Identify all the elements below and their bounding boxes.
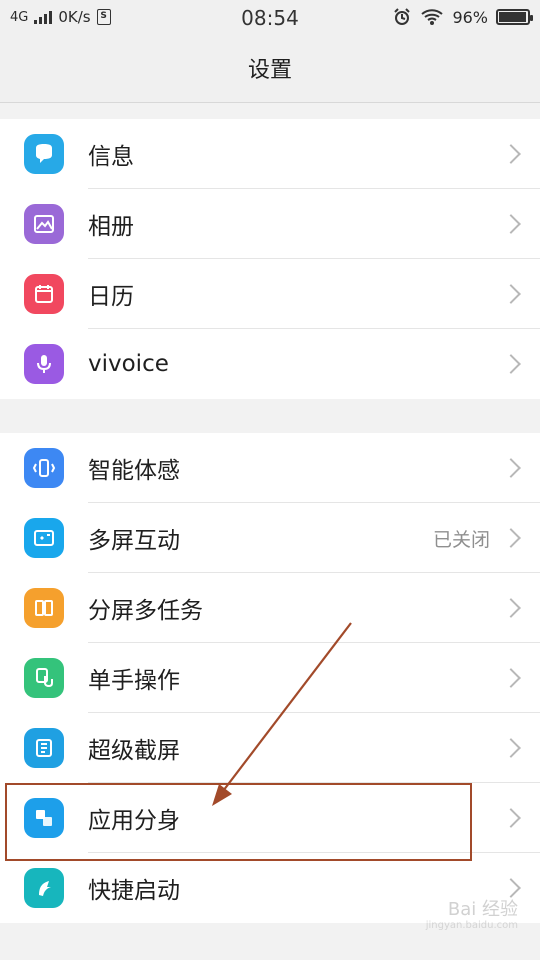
chevron-right-icon [501, 214, 521, 234]
message-icon [24, 134, 64, 174]
split-screen-icon [24, 588, 64, 628]
settings-row-label: 应用分身 [88, 808, 180, 834]
settings-row-screen-share[interactable]: 多屏互动 已关闭 [0, 503, 540, 573]
wifi-icon [421, 9, 444, 25]
chevron-right-icon [501, 458, 521, 478]
chevron-right-icon [501, 528, 521, 548]
settings-section-bottom: 智能体感多屏互动 已关闭分屏多任务单手操作超级截屏应用分身快捷启动 [0, 433, 540, 923]
chevron-right-icon [501, 878, 521, 898]
settings-row-value: 已关闭 [432, 528, 490, 551]
settings-row-image[interactable]: 相册 [0, 189, 540, 259]
settings-row-label: 超级截屏 [88, 738, 180, 764]
settings-row-label: 单手操作 [88, 668, 180, 694]
one-hand-icon [24, 658, 64, 698]
settings-row-label: 快捷启动 [88, 878, 180, 904]
settings-row-label: 分屏多任务 [88, 598, 203, 624]
chevron-right-icon [501, 144, 521, 164]
screenshot-icon [24, 728, 64, 768]
settings-row-screenshot[interactable]: 超级截屏 [0, 713, 540, 783]
alarm-icon [394, 8, 411, 25]
settings-row-microphone[interactable]: vivoice [0, 329, 540, 399]
calendar-icon [24, 274, 64, 314]
status-bar: 4G 0K/s S 08:54 96% [0, 0, 540, 36]
watermark-line-2: jingyan.baidu.com [425, 919, 518, 931]
battery-icon [496, 9, 533, 25]
settings-row-phone-motion[interactable]: 智能体感 [0, 433, 540, 503]
settings-row-message[interactable]: 信息 [0, 119, 540, 189]
watermark: Bai 经验 jingyan.baidu.com [426, 900, 518, 931]
quick-launch-icon [24, 868, 64, 908]
chevron-right-icon [501, 284, 521, 304]
watermark-line-1: Bai 经验 [447, 899, 518, 920]
settings-row-label: 日历 [88, 284, 134, 310]
phone-motion-icon [24, 448, 64, 488]
settings-row-split-screen[interactable]: 分屏多任务 [0, 573, 540, 643]
settings-row-label: vivoice [88, 351, 169, 377]
settings-row-label: 信息 [88, 144, 134, 170]
chevron-right-icon [501, 354, 521, 374]
battery-fill [499, 12, 526, 22]
app-clone-icon [24, 798, 64, 838]
chevron-right-icon [501, 598, 521, 618]
settings-section-top: 信息相册日历 vivoice [0, 119, 540, 399]
settings-row-label: 相册 [88, 214, 134, 240]
settings-row-label: 多屏互动 [88, 528, 180, 554]
chevron-right-icon [501, 808, 521, 828]
page-title: 设置 [247, 58, 292, 83]
image-icon [24, 204, 64, 244]
header-bar: 设置 [0, 36, 540, 103]
screen-share-icon [24, 518, 64, 558]
settings-row-label: 智能体感 [88, 458, 180, 484]
settings-row-calendar[interactable]: 日历 [0, 259, 540, 329]
chevron-right-icon [501, 668, 521, 688]
settings-row-app-clone[interactable]: 应用分身 [0, 783, 540, 853]
chevron-right-icon [501, 738, 521, 758]
status-right: 96% [392, 7, 533, 27]
microphone-icon [24, 344, 64, 384]
settings-row-one-hand[interactable]: 单手操作 [0, 643, 540, 713]
battery-percent: 96% [452, 7, 488, 27]
